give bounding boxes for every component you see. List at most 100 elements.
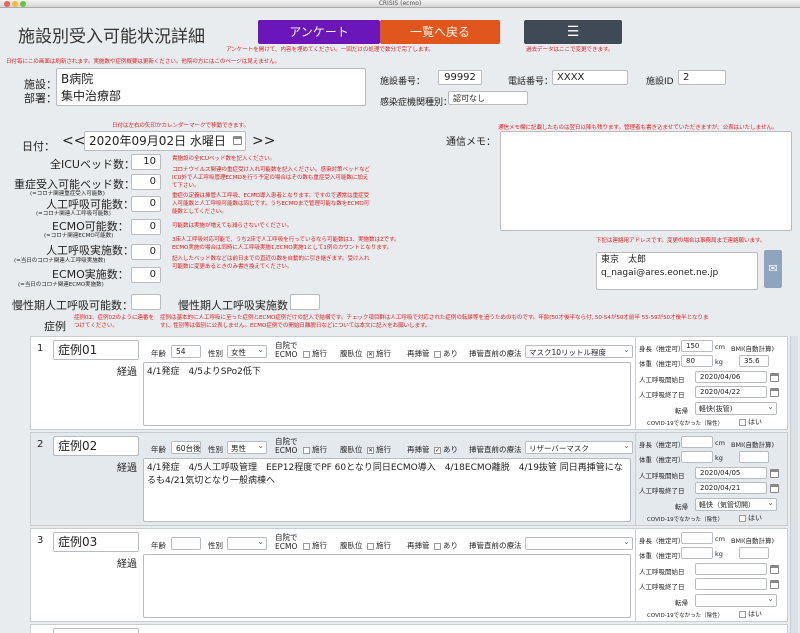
facility-id-field[interactable]: 2 (678, 70, 726, 85)
minimize-window-button[interactable] (12, 1, 18, 7)
vent-end-field[interactable] (695, 578, 767, 590)
age-field[interactable]: 60台後 (171, 441, 201, 454)
covid-negative-checkbox[interactable]: はい (739, 417, 762, 427)
reintubation-checkbox[interactable]: あり (434, 348, 458, 359)
reintubation-check-box[interactable]: ✓ (434, 446, 441, 454)
mail-address-field[interactable]: 東京 太郎 q_nagai@ares.eonet.ne.jp (596, 252, 758, 290)
vent-start-calendar-icon[interactable] (770, 565, 779, 574)
course-field[interactable]: 4/1発症 4/5人工呼吸管理 EEP12程度でPF 60となり同日ECMO導入… (143, 458, 631, 522)
ecmo-checkbox[interactable]: 施行 (303, 348, 327, 359)
reintubation-checkbox[interactable]: ✓ あり (434, 444, 458, 455)
height-field[interactable] (681, 436, 713, 448)
outcome-select[interactable]: 軽快(抜管) (695, 402, 777, 415)
ecmo-impl-field[interactable]: 0 (131, 267, 161, 283)
case-name-field[interactable]: 症例02 (53, 436, 139, 456)
facility-number-field[interactable]: 99992 (438, 70, 482, 85)
prev-date-button[interactable]: << (62, 133, 85, 149)
reintubation-check-box[interactable] (434, 542, 441, 550)
covid-negative-check-box[interactable] (739, 514, 746, 522)
ecmo-check-box[interactable] (303, 350, 310, 358)
prone-label: 腹臥位 (340, 445, 363, 454)
covid-negative-check-box[interactable] (739, 418, 746, 426)
vent-end-calendar-icon[interactable] (770, 388, 779, 397)
vent-capable-field[interactable]: 0 (131, 196, 161, 212)
severe-beds-field[interactable]: 0 (131, 174, 161, 190)
height-field[interactable]: 150 (681, 340, 713, 352)
reintubation-checkbox[interactable]: あり (434, 540, 458, 551)
sex-select[interactable]: 女性 (227, 345, 267, 358)
ecmo-check-box[interactable] (303, 446, 310, 454)
age-label: 年齢 (151, 349, 166, 358)
prone-checkbox[interactable]: ✕ 施行 (367, 444, 391, 455)
survey-button[interactable]: アンケート (258, 20, 380, 44)
infection-type-field[interactable]: 認可なし (448, 91, 528, 105)
ecmo-checkbox[interactable]: 施行 (303, 540, 327, 551)
ecmo-checkbox[interactable]: 施行 (303, 444, 327, 455)
weight-field[interactable] (681, 547, 713, 559)
phone-field[interactable]: XXXX (552, 70, 628, 85)
menu-button[interactable]: ☰ (524, 20, 622, 44)
prone-checkbox[interactable]: 施行 (367, 540, 391, 551)
memo-field[interactable] (500, 131, 792, 231)
height-label: 身長（推定可） (639, 537, 685, 545)
covid-negative-checkbox[interactable]: はい (739, 609, 762, 619)
next-date-button[interactable]: >> (252, 133, 275, 149)
date-field[interactable]: 2020年09月02日 水曜日 (84, 131, 246, 151)
vent-start-field[interactable]: 2020/04/05 (695, 467, 767, 479)
vent-end-field[interactable]: 2020/04/22 (695, 386, 767, 398)
ecmo-check-box[interactable] (303, 542, 310, 550)
case-name-field[interactable]: 症例01 (53, 340, 139, 360)
send-mail-button[interactable]: ✉ (764, 250, 782, 288)
prone-check-box[interactable]: ✕ (367, 446, 374, 454)
vent-start-calendar-icon[interactable] (770, 469, 779, 478)
sex-label: 性別 (208, 349, 223, 358)
ecmo-capable-sub: (=コロナ関連ECMO可能数) (44, 233, 114, 239)
vent-start-label: 人工呼吸開始日 (639, 568, 685, 576)
cases-scrollbar[interactable] (790, 336, 798, 633)
back-to-list-button[interactable]: 一覧へ戻る (380, 20, 500, 44)
bmi-field[interactable] (739, 547, 769, 559)
vent-start-field[interactable]: 2020/04/06 (695, 371, 767, 383)
bmi-field[interactable]: 35.6 (739, 355, 769, 367)
prone-check-box[interactable]: ✕ (367, 350, 374, 358)
ecmo-capable-field[interactable]: 0 (131, 219, 161, 235)
age-field[interactable]: 54 (171, 345, 201, 358)
vent-end-calendar-icon[interactable] (770, 580, 779, 589)
weight-field[interactable]: 80 (681, 355, 713, 367)
outcome-select[interactable] (695, 594, 777, 607)
weight-field[interactable] (681, 451, 713, 463)
pre-therapy-select[interactable]: リザーバーマスク (525, 441, 633, 454)
outcome-label: 転帰 (675, 407, 688, 415)
sex-select[interactable] (227, 537, 267, 550)
reintubation-check-box[interactable] (434, 350, 441, 358)
pre-therapy-select[interactable]: マスク10リットル程度 (525, 345, 633, 358)
height-field[interactable] (681, 532, 713, 544)
vent-start-calendar-icon[interactable] (770, 373, 779, 382)
bmi-field[interactable] (739, 451, 769, 463)
sex-select[interactable]: 男性 (227, 441, 267, 454)
prone-checkbox[interactable]: ✕ 施行 (367, 348, 391, 359)
icu-beds-field[interactable]: 10 (131, 154, 161, 170)
vent-impl-field[interactable]: 0 (131, 244, 161, 260)
age-field[interactable] (171, 537, 201, 550)
chronic-vent-impl-field[interactable] (290, 294, 320, 310)
covid-negative-check-box[interactable] (739, 610, 746, 618)
calendar-icon[interactable] (233, 136, 242, 145)
outcome-label: 転帰 (675, 503, 688, 511)
zoom-window-button[interactable] (20, 1, 26, 7)
pre-therapy-select[interactable] (525, 537, 633, 550)
course-field[interactable]: 4/1発症 4/5よりSPo2低下 (143, 362, 631, 426)
case-name-field[interactable]: 症例04 (53, 628, 139, 633)
outcome-select[interactable]: 軽快（気管切開） (695, 498, 777, 511)
chronic-vent-capable-field[interactable] (131, 294, 161, 310)
height-label: 身長（推定可） (639, 441, 685, 449)
vent-end-field[interactable]: 2020/04/21 (695, 482, 767, 494)
prone-check-box[interactable] (367, 542, 374, 550)
vent-start-field[interactable] (695, 563, 767, 575)
vent-end-calendar-icon[interactable] (770, 484, 779, 493)
course-field[interactable] (143, 554, 631, 618)
case-name-field[interactable]: 症例03 (53, 532, 139, 552)
covid-negative-checkbox[interactable]: はい (739, 513, 762, 523)
facility-dept-field[interactable]: B病院 集中治療部 (56, 68, 366, 106)
close-window-button[interactable] (4, 1, 10, 7)
